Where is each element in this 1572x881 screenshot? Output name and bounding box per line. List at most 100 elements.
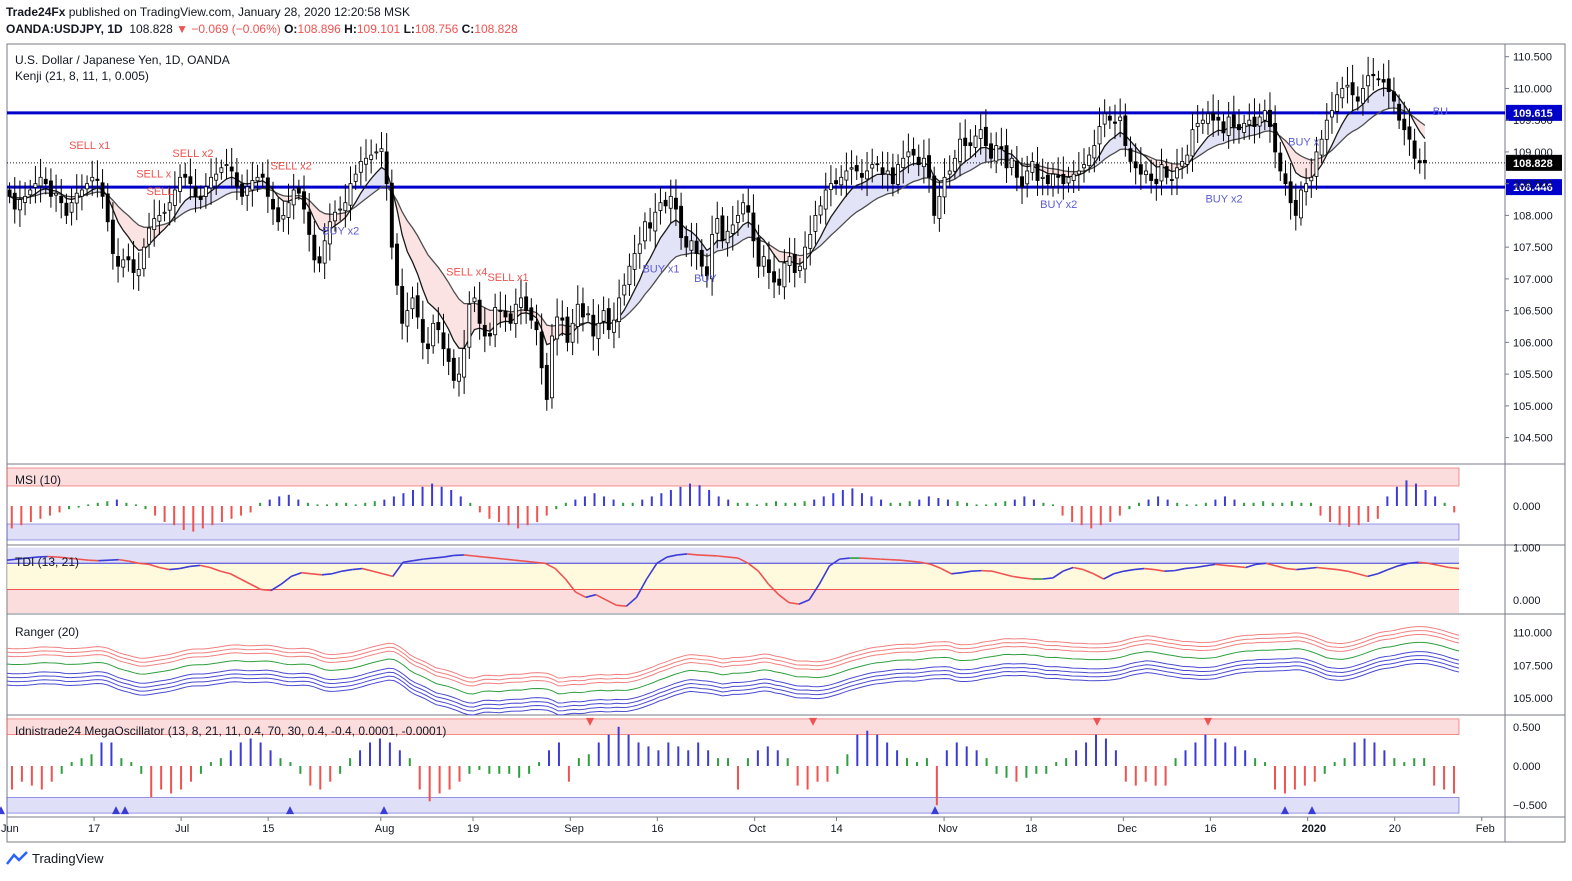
candle-body [353, 173, 358, 182]
ranger-band-line [6, 651, 1460, 704]
candle-body [963, 137, 968, 146]
candle-body [343, 202, 348, 212]
candle-body [787, 256, 792, 266]
candle-body [338, 208, 343, 211]
candle-body [818, 205, 823, 216]
time-tick-label: Feb [1476, 823, 1495, 835]
candle-body [648, 222, 653, 229]
price-tick-label: 106.000 [1513, 337, 1553, 349]
brand-text: TradingView [32, 850, 104, 866]
candle-body [808, 234, 813, 249]
candle-body [400, 286, 405, 324]
kenji-cloud-segment [190, 196, 196, 210]
candle-body [632, 253, 637, 270]
time-tick-label: Dec [1117, 823, 1137, 835]
buy-signal-label: BUY x2 [1205, 194, 1242, 206]
candle-body [1133, 161, 1138, 169]
candle-body [28, 189, 33, 196]
candle-body [1138, 164, 1143, 175]
candle-body [968, 142, 973, 146]
kenji-cloud-segment [1378, 88, 1384, 114]
candle-body [183, 173, 188, 178]
candle-body [1045, 174, 1050, 185]
tdi-line-segment [504, 558, 515, 561]
candle-body [673, 197, 678, 210]
candle-body [1386, 78, 1391, 93]
candle-body [1004, 145, 1009, 169]
candle-body [209, 176, 213, 189]
mega-tick-label: 0.000 [1513, 761, 1541, 773]
price-tick-label: 110.000 [1513, 83, 1552, 95]
candle-body [296, 187, 301, 194]
candle-body [364, 157, 368, 165]
candle-body [1412, 140, 1417, 159]
candle-body [901, 157, 906, 168]
candle-body [880, 167, 885, 175]
candle-body [1252, 116, 1257, 127]
candle-body [322, 240, 327, 264]
candle-body [622, 284, 627, 296]
candle-body [141, 246, 146, 270]
tdi-line-segment [321, 572, 333, 576]
candle-body [307, 211, 312, 235]
tdi-line-segment [1225, 564, 1236, 568]
candle-body [570, 322, 575, 343]
candle-body [1020, 176, 1024, 188]
candle-body [1366, 75, 1371, 87]
candle-body [131, 259, 136, 273]
candle-body [906, 151, 911, 158]
sell-signal-label: SELL x1 [69, 140, 110, 152]
candle-body [1402, 118, 1407, 131]
ranger-band-line [6, 626, 1460, 679]
kenji-cloud-segment [402, 211, 408, 252]
candle-body [870, 164, 875, 169]
candle-body [1407, 126, 1412, 140]
kenji-cloud-segment [882, 173, 888, 197]
candle-body [513, 303, 518, 325]
candle-body [911, 148, 916, 156]
kenji-indicator-label: Kenji (21, 8, 11, 1, 0.005) [15, 69, 149, 83]
candle-body [1154, 178, 1159, 185]
tdi-line-segment [77, 558, 89, 561]
candle-body [627, 265, 632, 286]
footer-brand[interactable]: TradingView [6, 850, 104, 866]
candle-body [1066, 176, 1071, 184]
kenji-cloud-segment [1300, 155, 1307, 179]
candle-body [803, 246, 808, 270]
candle-body [271, 198, 275, 210]
candle-body [1082, 164, 1086, 169]
candle-body [1335, 94, 1340, 112]
candle-body [942, 176, 947, 198]
candle-body [772, 271, 777, 283]
time-tick-label: Nov [938, 823, 958, 835]
candle-body [617, 297, 622, 322]
candle-body [374, 151, 379, 154]
candle-body [777, 278, 782, 286]
candle-body [1391, 91, 1396, 102]
candle-body [415, 295, 420, 318]
chart-canvas[interactable]: 109.615108.446108.828110.500110.000109.5… [0, 0, 1572, 881]
candle-body [591, 314, 596, 337]
candle-body [875, 163, 880, 166]
candle-body [48, 180, 53, 197]
candle-body [508, 313, 513, 324]
tdi-line-segment [697, 554, 708, 557]
candle-body [1242, 122, 1247, 133]
candle-body [792, 254, 797, 273]
candle-body [389, 182, 394, 248]
price-tick-label: 109.500 [1513, 115, 1553, 127]
candle-body [839, 176, 844, 186]
candle-body [1273, 123, 1278, 153]
tdi-line-segment [1418, 561, 1429, 565]
ranger-tick-label: 107.500 [1513, 660, 1553, 672]
candle-body [1107, 115, 1112, 121]
candle-body [1324, 119, 1329, 140]
mega-lower-band [6, 797, 1460, 814]
candle-body [1397, 103, 1402, 121]
time-tick-label: 20 [1389, 823, 1401, 835]
candle-body [1040, 176, 1045, 179]
candle-body [766, 259, 771, 273]
candle-body [575, 303, 580, 327]
candle-body [276, 207, 281, 223]
buy-signal-label: BU [1433, 106, 1448, 118]
